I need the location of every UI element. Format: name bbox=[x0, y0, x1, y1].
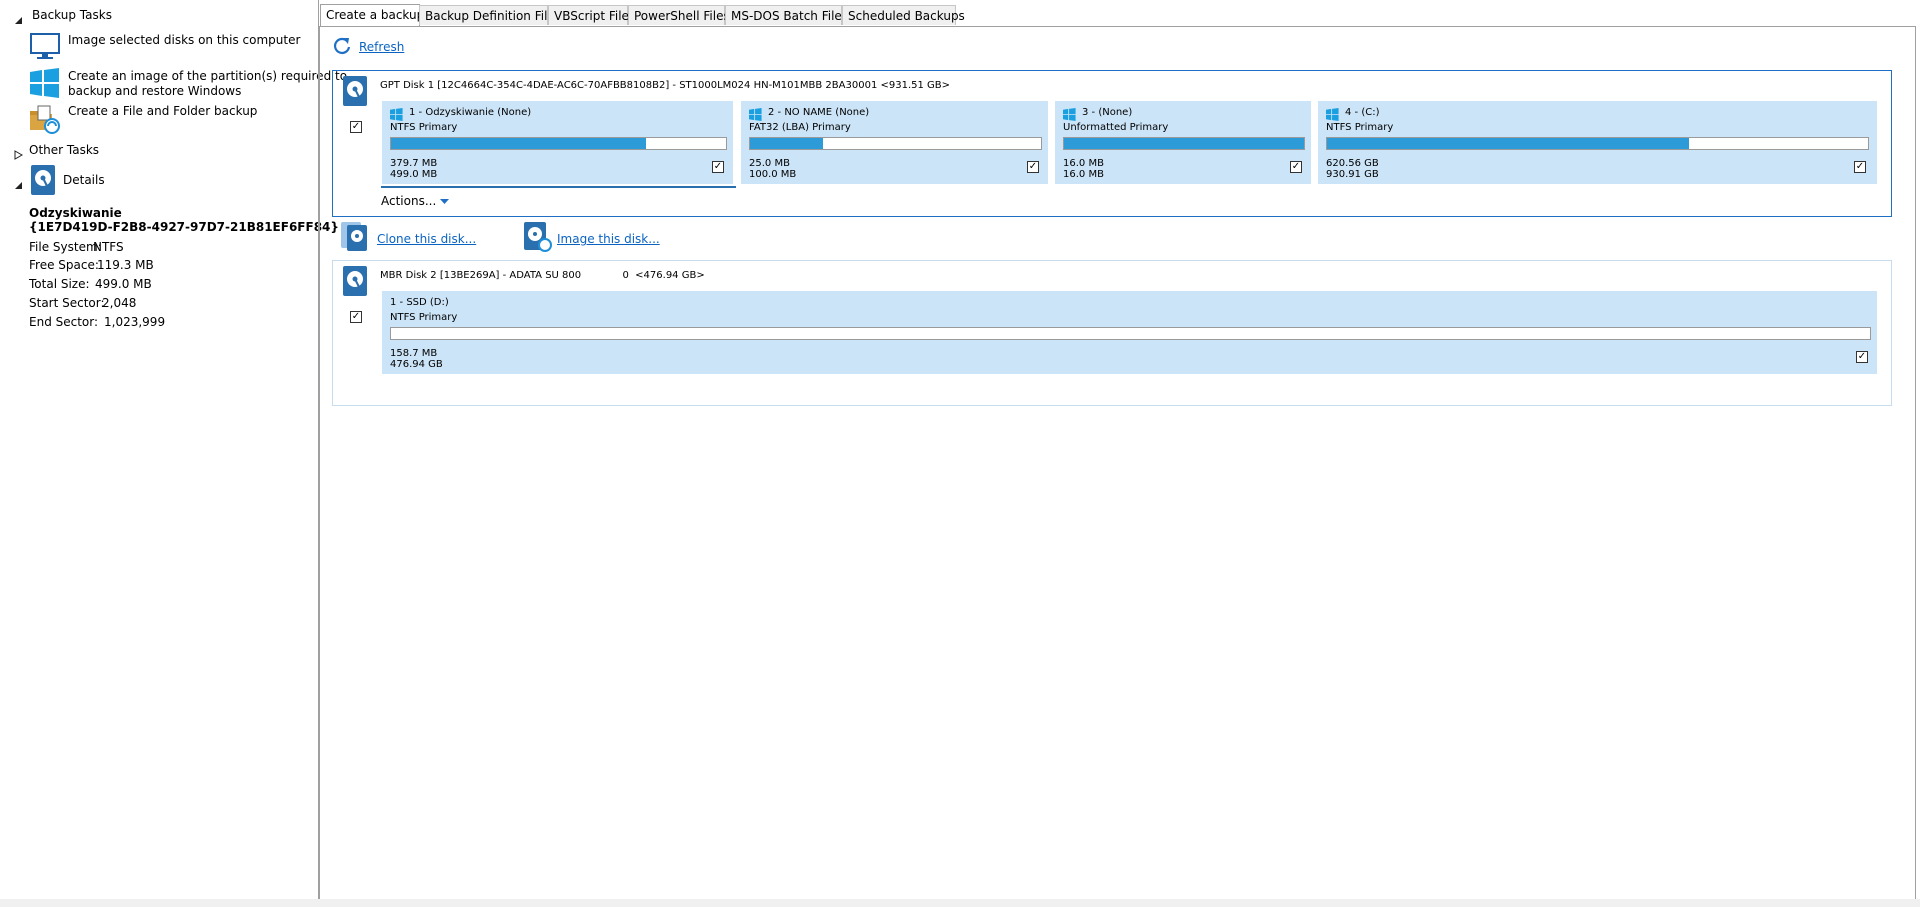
disk1-checkbox[interactable]: ✓ bbox=[350, 121, 362, 133]
partition-type: NTFS Primary bbox=[390, 312, 458, 323]
partition-used: 379.7 MB bbox=[390, 158, 438, 169]
task-image-partitions[interactable]: Create an image of the partition(s) requ… bbox=[68, 69, 347, 98]
total-size-label: Total Size: bbox=[29, 277, 90, 291]
folder-backup-icon bbox=[30, 104, 60, 138]
partition-used: 158.7 MB bbox=[390, 348, 438, 359]
partition-type: FAT32 (LBA) Primary bbox=[749, 122, 851, 133]
usage-bar bbox=[390, 327, 1871, 340]
partition-checkbox[interactable]: ✓ bbox=[1027, 161, 1039, 173]
total-size-value: 499.0 MB bbox=[95, 277, 152, 291]
image-disk-icon[interactable] bbox=[523, 221, 553, 257]
windows-logo-icon bbox=[30, 68, 60, 102]
details-header[interactable]: Details bbox=[63, 173, 105, 187]
disk2-title: MBR Disk 2 [13BE269A] - ADATA SU 800 0 <… bbox=[380, 270, 705, 281]
file-system-label: File System: bbox=[29, 240, 102, 254]
backup-tasks-header[interactable]: Backup Tasks bbox=[32, 8, 112, 22]
usage-bar bbox=[1326, 137, 1869, 150]
tab-backup-definition-files[interactable]: Backup Definition Files bbox=[419, 5, 561, 25]
free-space-label: Free Space: bbox=[29, 258, 99, 272]
partition-type: NTFS Primary bbox=[1326, 122, 1394, 133]
other-tasks-header[interactable]: Other Tasks bbox=[29, 143, 99, 157]
tab-create-backup[interactable]: Create a backup bbox=[320, 4, 424, 26]
partition-name: 1 - SSD (D:) bbox=[390, 297, 449, 308]
image-disk-link[interactable]: Image this disk... bbox=[557, 232, 660, 246]
refresh-link[interactable]: Refresh bbox=[359, 40, 404, 54]
disk1-title: GPT Disk 1 [12C4664C-354C-4DAE-AC6C-70AF… bbox=[380, 80, 951, 91]
disk1-partition-1[interactable]: 1 - Odzyskiwanie (None) NTFS Primary 379… bbox=[382, 101, 733, 184]
partition-checkbox[interactable]: ✓ bbox=[1290, 161, 1302, 173]
details-name: Odzyskiwanie bbox=[29, 206, 122, 220]
partition-total: 476.94 GB bbox=[390, 359, 443, 370]
usage-bar bbox=[749, 137, 1042, 150]
status-strip bbox=[0, 899, 1920, 907]
usage-bar-fill bbox=[1064, 138, 1304, 149]
partition-type: NTFS Primary bbox=[390, 122, 458, 133]
expand-arrow-icon[interactable] bbox=[14, 145, 24, 164]
start-sector-value: 2,048 bbox=[102, 296, 137, 310]
disk-icon bbox=[30, 164, 56, 200]
partition-name: 4 - (C:) bbox=[1345, 107, 1380, 118]
task-image-selected-disks[interactable]: Image selected disks on this computer bbox=[68, 33, 300, 47]
usage-bar-fill bbox=[391, 138, 646, 149]
disk2-partition-1[interactable]: 1 - SSD (D:) NTFS Primary 158.7 MB 476.9… bbox=[382, 291, 1877, 374]
partition-used: 620.56 GB bbox=[1326, 158, 1379, 169]
disk1-partition-2[interactable]: 2 - NO NAME (None) FAT32 (LBA) Primary 2… bbox=[741, 101, 1048, 184]
usage-bar-fill bbox=[750, 138, 823, 149]
chevron-down-icon bbox=[440, 194, 450, 208]
end-sector-value: 1,023,999 bbox=[104, 315, 166, 329]
partition-total: 499.0 MB bbox=[390, 169, 438, 180]
free-space-value: 119.3 MB bbox=[97, 258, 154, 272]
file-system-value: NTFS bbox=[93, 240, 124, 254]
task-file-folder-backup[interactable]: Create a File and Folder backup bbox=[68, 104, 257, 118]
monitor-icon bbox=[30, 33, 60, 65]
partition-checkbox[interactable]: ✓ bbox=[712, 161, 724, 173]
usage-bar bbox=[1063, 137, 1305, 150]
disk1-partition-4[interactable]: 4 - (C:) NTFS Primary 620.56 GB 930.91 G… bbox=[1318, 101, 1877, 184]
collapse-arrow-icon[interactable] bbox=[14, 10, 23, 29]
partition-checkbox[interactable]: ✓ bbox=[1854, 161, 1866, 173]
partition-selected-underline bbox=[381, 186, 736, 188]
partition-name: 3 - (None) bbox=[1082, 107, 1133, 118]
tab-powershell-files[interactable]: PowerShell Files bbox=[628, 5, 730, 25]
disk1-partition-3[interactable]: 3 - (None) Unformatted Primary 16.0 MB 1… bbox=[1055, 101, 1311, 184]
task-image-partitions-line1: Create an image of the partition(s) requ… bbox=[68, 69, 348, 83]
task-image-partitions-line2: backup and restore Windows bbox=[68, 84, 242, 98]
usage-bar bbox=[390, 137, 727, 150]
collapse-arrow-icon[interactable] bbox=[14, 175, 23, 194]
partition-checkbox[interactable]: ✓ bbox=[1856, 351, 1868, 363]
partition-used: 16.0 MB bbox=[1063, 158, 1104, 169]
actions-dropdown[interactable]: Actions... bbox=[381, 194, 450, 208]
tab-scheduled-backups[interactable]: Scheduled Backups bbox=[842, 5, 965, 25]
partition-used: 25.0 MB bbox=[749, 158, 790, 169]
start-sector-label: Start Sector: bbox=[29, 296, 105, 310]
sidebar: Backup Tasks Image selected disks on thi… bbox=[0, 0, 347, 907]
refresh-icon[interactable] bbox=[332, 36, 352, 60]
partition-type: Unformatted Primary bbox=[1063, 122, 1169, 133]
disk-icon bbox=[342, 75, 368, 107]
disk-icon bbox=[342, 265, 368, 297]
partition-total: 930.91 GB bbox=[1326, 169, 1379, 180]
tab-msdos-batch-files[interactable]: MS-DOS Batch Files bbox=[725, 5, 848, 25]
clone-disk-icon[interactable] bbox=[340, 221, 370, 257]
partition-name: 2 - NO NAME (None) bbox=[768, 107, 870, 118]
actions-label: Actions... bbox=[381, 194, 437, 208]
partition-name: 1 - Odzyskiwanie (None) bbox=[409, 107, 532, 118]
details-guid: {1E7D419D-F2B8-4927-97D7-21B81EF6FF84} bbox=[29, 220, 339, 234]
tab-vbscript-files[interactable]: VBScript Files bbox=[548, 5, 635, 25]
usage-bar-fill bbox=[1327, 138, 1690, 149]
clone-disk-link[interactable]: Clone this disk... bbox=[377, 232, 476, 246]
end-sector-label: End Sector: bbox=[29, 315, 99, 329]
partition-total: 16.0 MB bbox=[1063, 169, 1104, 180]
partition-total: 100.0 MB bbox=[749, 169, 797, 180]
disk2-checkbox[interactable]: ✓ bbox=[350, 311, 362, 323]
